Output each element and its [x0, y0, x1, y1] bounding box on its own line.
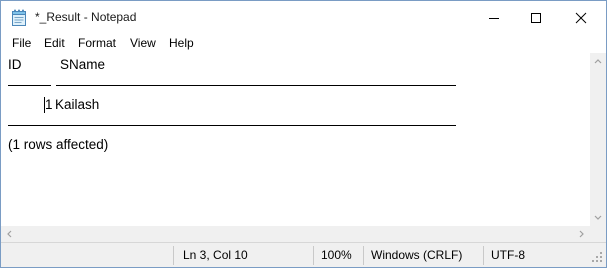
maximize-icon — [530, 12, 541, 23]
chevron-left-icon — [7, 230, 12, 238]
resize-grip-icon[interactable] — [591, 251, 603, 263]
maximize-button[interactable] — [513, 1, 558, 34]
scroll-down-button[interactable] — [590, 210, 606, 226]
menu-edit[interactable]: Edit — [44, 36, 65, 50]
scroll-left-button[interactable] — [1, 226, 17, 242]
chevron-down-icon — [594, 215, 602, 220]
minimize-icon — [488, 17, 499, 19]
row-id-value: 1 — [45, 97, 53, 112]
status-divider — [363, 246, 364, 265]
chevron-right-icon — [579, 230, 584, 238]
scrollbar-corner — [590, 226, 606, 242]
column-header-sname: SName — [60, 57, 106, 72]
title-bar[interactable]: *_Result - Notepad — [1, 1, 606, 34]
window-title: *_Result - Notepad — [35, 10, 137, 24]
menu-view[interactable]: View — [130, 36, 156, 50]
scroll-right-button[interactable] — [574, 226, 590, 242]
separator-line-sname — [56, 85, 456, 86]
menu-help[interactable]: Help — [169, 36, 194, 50]
status-divider — [483, 246, 484, 265]
menu-bar: File Edit Format View Help — [1, 34, 606, 53]
status-bar: Ln 3, Col 10 100% Windows (CRLF) UTF-8 — [1, 242, 606, 267]
zoom-level: 100% — [321, 248, 352, 262]
text-encoding: UTF-8 — [491, 248, 525, 262]
line-ending: Windows (CRLF) — [371, 248, 463, 262]
notepad-window: *_Result - Notepad File Edit Format View… — [0, 0, 607, 268]
row-sname-value: Kailash — [55, 97, 100, 112]
rows-affected-text: (1 rows affected) — [8, 137, 109, 152]
minimize-button[interactable] — [471, 1, 516, 34]
menu-file[interactable]: File — [12, 36, 31, 50]
close-button[interactable] — [558, 1, 603, 34]
horizontal-scrollbar[interactable] — [1, 226, 590, 242]
cursor-position: Ln 3, Col 10 — [183, 248, 248, 262]
vertical-scrollbar[interactable] — [590, 53, 606, 226]
close-icon — [575, 12, 586, 23]
status-divider — [173, 246, 174, 265]
notepad-icon — [12, 9, 26, 26]
chevron-up-icon — [594, 59, 602, 64]
status-divider — [313, 246, 314, 265]
text-editor-area[interactable]: ID SName 1 Kailash (1 rows affected) — [1, 53, 590, 226]
column-header-id: ID — [8, 57, 22, 72]
separator-line-id — [8, 85, 51, 86]
separator-line-bottom — [8, 125, 456, 126]
scroll-up-button[interactable] — [590, 53, 606, 69]
menu-format[interactable]: Format — [78, 36, 116, 50]
